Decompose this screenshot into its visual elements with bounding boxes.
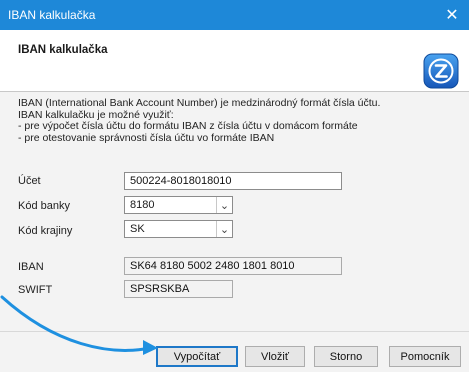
country-code-label: Kód krajiny [18, 225, 73, 237]
insert-button[interactable]: Vložiť [245, 346, 305, 367]
iban-label: IBAN [18, 261, 44, 273]
account-input[interactable] [124, 172, 342, 190]
bank-code-value: 8180 [130, 199, 155, 211]
chevron-down-icon[interactable]: ⌄ [216, 197, 232, 213]
cancel-button[interactable]: Storno [314, 346, 378, 367]
title-bar[interactable]: IBAN kalkulačka ✕ [0, 0, 469, 30]
country-code-value: SK [130, 223, 145, 235]
iban-output[interactable] [124, 257, 342, 275]
z-logo-icon [423, 53, 459, 89]
description-line: - pre výpočet čísla účtu do formátu IBAN… [18, 120, 358, 132]
dialog-footer: Vypočítať Vložiť Storno Pomocník [0, 331, 469, 372]
bank-code-select[interactable]: 8180 ⌄ [124, 196, 233, 214]
calculate-button[interactable]: Vypočítať [156, 346, 238, 367]
help-button[interactable]: Pomocník [389, 346, 461, 367]
account-label: Účet [18, 175, 41, 187]
close-button[interactable]: ✕ [435, 0, 469, 30]
window-title: IBAN kalkulačka [8, 8, 96, 22]
chevron-down-icon[interactable]: ⌄ [216, 221, 232, 237]
swift-output[interactable] [124, 280, 233, 298]
description-line: IBAN (International Bank Account Number)… [18, 97, 381, 109]
iban-calculator-window: IBAN kalkulačka ✕ IBAN kalkulačka IBAN (… [0, 0, 469, 372]
swift-label: SWIFT [18, 284, 53, 296]
description-line: - pre otestovanie správnosti čísla účtu … [18, 131, 275, 144]
header-title: IBAN kalkulačka [18, 44, 108, 56]
dialog-content: IBAN (International Bank Account Number)… [0, 92, 469, 331]
country-code-select[interactable]: SK ⌄ [124, 220, 233, 238]
close-icon: ✕ [445, 7, 459, 24]
dialog-header: IBAN kalkulačka [0, 30, 469, 92]
description-text: IBAN (International Bank Account Number)… [18, 97, 458, 144]
bank-code-label: Kód banky [18, 200, 70, 212]
